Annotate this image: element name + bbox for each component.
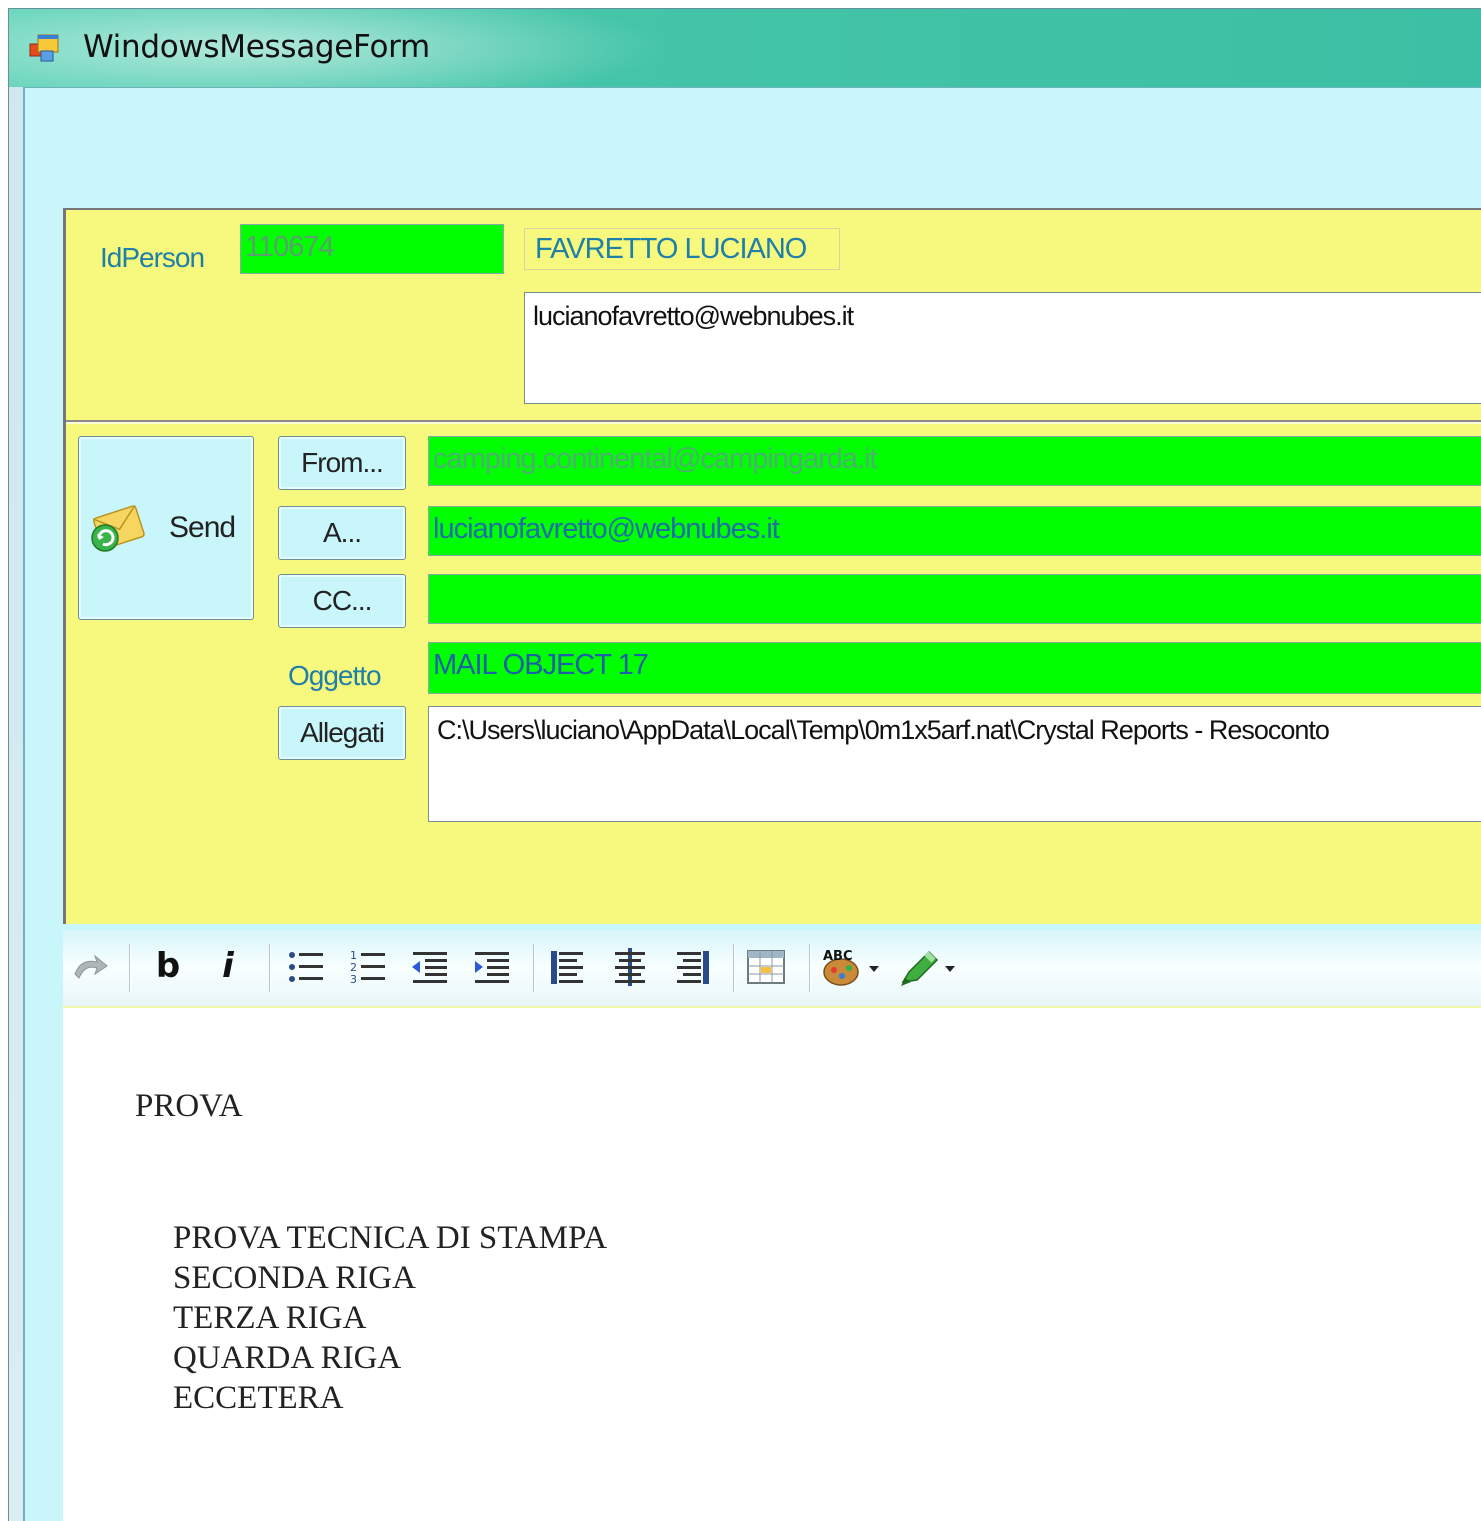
from-button[interactable]: From... [278,436,406,490]
to-field[interactable]: lucianofavretto@webnubes.it [428,506,1481,556]
body-block: PROVA TECNICA DI STAMPA SECONDA RIGA TER… [173,1218,607,1418]
body-line: TERZA RIGA [173,1300,367,1336]
send-label: Send [169,511,236,544]
panel-divider [66,420,1481,424]
attachments-button[interactable]: Allegati [278,706,406,760]
subject-field[interactable]: MAIL OBJECT 17 [428,642,1481,694]
message-body-editor[interactable]: PROVA PROVA TECNICA DI STAMPA SECONDA RI… [63,1006,1481,1521]
send-mail-icon [91,504,145,552]
attachments-box[interactable]: C:\Users\luciano\AppData\Local\Temp\0m1x… [428,706,1481,822]
header-panel: IdPerson 110674 FAVRETTO LUCIANO luciano… [63,208,1481,924]
from-field[interactable]: camping.continental@campingarda.it [428,436,1481,486]
outdent-icon[interactable] [409,946,451,988]
indent-icon[interactable] [471,946,513,988]
window-title: WindowsMessageForm [83,29,430,65]
person-email-box[interactable]: lucianofavretto@webnubes.it [524,292,1481,404]
editor-toolbar: b i 1 2 3 ABC [63,930,1481,1006]
spellcheck-icon[interactable]: ABC [821,946,885,988]
undo-icon[interactable] [69,946,111,988]
client-area: IdPerson 110674 FAVRETTO LUCIANO luciano… [23,87,1481,1521]
body-line: PROVA TECNICA DI STAMPA [173,1220,608,1256]
subject-label: Oggetto [288,660,382,691]
message-window: WindowsMessageForm IdPerson 110674 FAVRE… [8,8,1481,1521]
idperson-field[interactable]: 110674 [240,224,504,274]
align-right-icon[interactable] [671,946,713,988]
toolbar-separator [129,944,131,992]
svg-text:ABC: ABC [823,949,853,964]
insert-table-icon[interactable] [745,946,787,988]
toolbar-separator [809,944,811,992]
body-line: ECCETERA [173,1380,344,1416]
numbered-list-icon[interactable]: 1 2 3 [347,946,389,988]
highlight-icon[interactable] [897,946,961,988]
body-line: SECONDA RIGA [173,1260,416,1296]
bold-icon[interactable]: b [147,946,189,988]
to-button[interactable]: A... [278,506,406,560]
app-icon [29,34,59,62]
toolbar-separator [269,944,271,992]
send-button[interactable]: Send [78,436,254,620]
cc-button[interactable]: CC... [278,574,406,628]
body-heading: PROVA [135,1088,243,1124]
person-name: FAVRETTO LUCIANO [524,228,840,270]
idperson-label: IdPerson [100,242,205,273]
align-center-icon[interactable] [609,946,651,988]
bulleted-list-icon[interactable] [285,946,327,988]
body-line: QUARDA RIGA [173,1340,402,1376]
toolbar-separator [533,944,535,992]
italic-icon[interactable]: i [207,946,249,988]
svg-text:3: 3 [350,973,357,986]
cc-field[interactable] [428,574,1481,624]
align-left-icon[interactable] [547,946,589,988]
toolbar-separator [733,944,735,992]
